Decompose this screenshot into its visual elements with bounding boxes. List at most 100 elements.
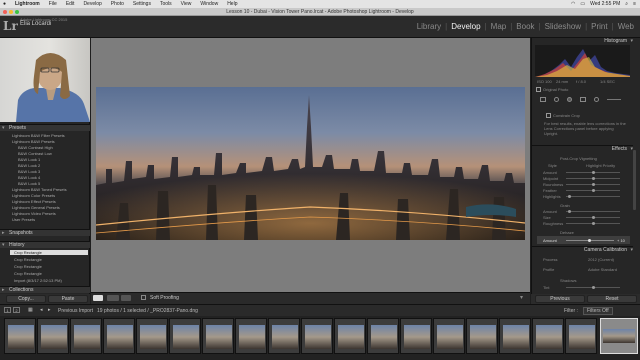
module-slideshow[interactable]: Slideshow — [541, 22, 585, 31]
slider-knob[interactable] — [592, 216, 595, 219]
filmstrip-thumbnail[interactable] — [268, 318, 300, 354]
minimize-window-icon[interactable] — [9, 10, 13, 14]
filmstrip-page1-button[interactable]: 1 — [4, 307, 11, 313]
module-develop[interactable]: Develop — [447, 22, 484, 31]
filmstrip-thumbnail[interactable] — [367, 318, 399, 354]
history-panel-header[interactable]: History — [0, 241, 90, 249]
graduated-filter-icon[interactable] — [580, 97, 586, 102]
camera-calibration-panel-header[interactable]: Camera Calibration — [531, 246, 633, 254]
filmstrip-thumbnail[interactable] — [466, 318, 498, 354]
filmstrip-thumbnail-selected[interactable] — [600, 318, 638, 354]
module-book[interactable]: Book — [512, 22, 538, 31]
adjustment-brush-icon[interactable] — [607, 99, 621, 100]
slider-knob[interactable] — [568, 210, 571, 213]
slider-knob[interactable] — [592, 177, 595, 180]
notification-icon[interactable]: ≡ — [633, 1, 636, 7]
filmstrip-back-icon[interactable]: ◂ — [40, 307, 43, 313]
filmstrip-forward-icon[interactable]: ▸ — [48, 307, 51, 313]
preset-item[interactable]: B&W Look 5 — [18, 181, 40, 186]
preset-folder[interactable]: Lightroom B&W Presets — [12, 139, 55, 144]
filmstrip-thumbnail[interactable] — [532, 318, 564, 354]
right-panel-scrollbar[interactable] — [633, 150, 636, 210]
preset-item[interactable]: B&W Look 4 — [18, 175, 40, 180]
filmstrip-thumbnail[interactable] — [169, 318, 201, 354]
apple-icon[interactable]: ● — [3, 1, 6, 7]
spot-removal-icon[interactable] — [554, 97, 559, 102]
battery-icon[interactable]: ▭ — [580, 1, 585, 7]
filmstrip-thumbnail[interactable] — [301, 318, 333, 354]
dubai-panorama-photo[interactable] — [96, 87, 525, 240]
preset-item[interactable]: B&W Look 1 — [18, 157, 40, 162]
filmstrip-thumbnail[interactable] — [334, 318, 366, 354]
vignette-amount-slider[interactable] — [566, 171, 620, 174]
dehaze-amount-slider[interactable] — [566, 239, 614, 242]
filmstrip-thumbnail[interactable] — [4, 318, 36, 354]
preset-folder[interactable]: Lightroom General Presets — [12, 205, 60, 210]
slider-knob[interactable] — [592, 189, 595, 192]
menu-photo[interactable]: Photo — [111, 1, 124, 7]
histogram-panel-header[interactable]: Histogram — [531, 38, 633, 45]
loupe-view-icon[interactable] — [93, 295, 103, 301]
filmstrip-thumbnail[interactable] — [433, 318, 465, 354]
snapshots-panel-header[interactable]: Snapshots — [0, 229, 90, 237]
preset-folder[interactable]: Lightroom B&W Filter Presets — [12, 133, 65, 138]
histogram[interactable] — [535, 45, 630, 77]
preset-item[interactable]: B&W Look 2 — [18, 163, 40, 168]
filmstrip-thumbnail[interactable] — [136, 318, 168, 354]
crop-tool-icon[interactable] — [540, 97, 546, 102]
presets-panel-header[interactable]: Presets — [0, 124, 90, 132]
previous-button[interactable]: Previous — [535, 295, 585, 303]
vignette-midpoint-slider[interactable] — [566, 177, 620, 180]
vignette-roundness-slider[interactable] — [566, 183, 620, 186]
filmstrip-thumbnail[interactable] — [400, 318, 432, 354]
slider-knob[interactable] — [592, 183, 595, 186]
profile-value[interactable]: Adobe Standard — [588, 267, 617, 272]
vignette-highlights-slider[interactable] — [566, 195, 620, 198]
filmstrip-page2-button[interactable]: 2 — [13, 307, 20, 313]
history-item[interactable]: Crop Rectangle — [14, 264, 42, 269]
slider-knob[interactable] — [568, 195, 571, 198]
menu-develop[interactable]: Develop — [83, 1, 101, 7]
search-icon[interactable]: ⌕ — [625, 1, 628, 7]
before-after-view-icon[interactable] — [107, 295, 119, 301]
paste-button[interactable]: Paste — [48, 295, 88, 303]
close-window-icon[interactable] — [3, 10, 7, 14]
menu-clock[interactable]: Wed 2:55 PM — [590, 1, 620, 7]
module-library[interactable]: Library — [413, 22, 445, 31]
red-eye-icon[interactable] — [567, 97, 572, 102]
radial-filter-icon[interactable] — [594, 97, 599, 102]
history-item[interactable]: Crop Rectangle — [14, 271, 42, 276]
filmstrip-thumbnail[interactable] — [565, 318, 597, 354]
soft-proofing-checkbox[interactable] — [141, 295, 146, 300]
preset-item[interactable]: B&W Look 3 — [18, 169, 40, 174]
vignette-style-value[interactable]: Highlight Priority — [586, 163, 615, 168]
preset-folder[interactable]: Lightroom Effect Presets — [12, 199, 56, 204]
preset-item[interactable]: B&W Contrast Low — [18, 151, 52, 156]
filmstrip-thumbnail[interactable] — [202, 318, 234, 354]
filmstrip-thumbnail[interactable] — [37, 318, 69, 354]
menu-tools[interactable]: Tools — [160, 1, 172, 7]
grain-amount-slider[interactable] — [566, 210, 620, 213]
preset-folder[interactable]: Lightroom Video Presets — [12, 211, 56, 216]
process-value[interactable]: 2012 (Current) — [588, 257, 614, 262]
grid-view-icon[interactable]: ▦ — [28, 307, 33, 313]
menu-file[interactable]: File — [49, 1, 57, 7]
reference-view-icon[interactable] — [121, 295, 131, 301]
wifi-icon[interactable]: ◠ — [571, 1, 575, 7]
preset-item[interactable]: B&W Contrast High — [18, 145, 53, 150]
reset-button[interactable]: Reset — [587, 295, 637, 303]
module-map[interactable]: Map — [487, 22, 511, 31]
menu-view[interactable]: View — [181, 1, 192, 7]
filmstrip-source-label[interactable]: Previous Import — [58, 308, 93, 314]
shadows-tint-slider[interactable] — [566, 286, 620, 289]
menu-help[interactable]: Help — [227, 1, 237, 7]
slider-knob[interactable] — [592, 171, 595, 174]
slider-knob[interactable] — [592, 222, 595, 225]
filmstrip-thumbnail[interactable] — [499, 318, 531, 354]
filmstrip-thumbnail[interactable] — [103, 318, 135, 354]
grain-roughness-slider[interactable] — [566, 222, 620, 225]
filter-dropdown[interactable]: Filters Off — [583, 307, 613, 315]
module-print[interactable]: Print — [587, 22, 611, 31]
preset-folder[interactable]: Lightroom B&W Toned Presets — [12, 187, 67, 192]
filmstrip-thumbnail[interactable] — [70, 318, 102, 354]
